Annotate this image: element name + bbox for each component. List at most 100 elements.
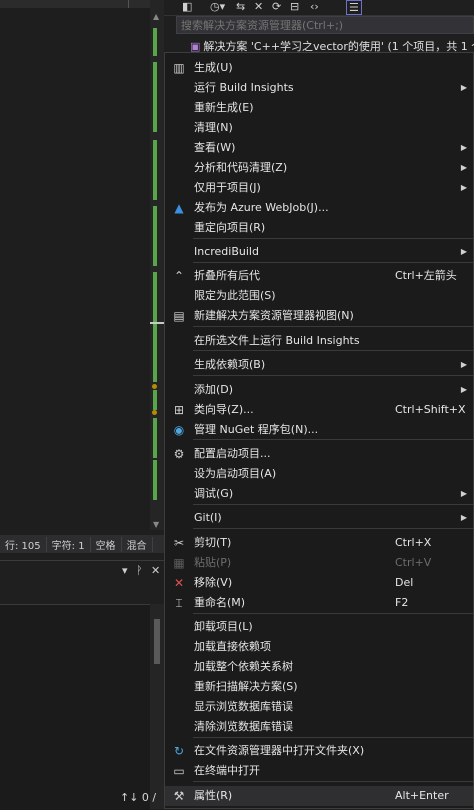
menu-item[interactable]: 调试(G) ▶ <box>165 484 473 504</box>
menu-item[interactable]: 限定为此范围(S) <box>165 286 473 306</box>
menu-item-label: 重新扫描解决方案(S) <box>194 680 298 693</box>
history-icon[interactable]: ◷▾ <box>210 0 225 13</box>
line-ending-indicator[interactable]: 混合 <box>122 536 153 552</box>
menu-item-label: 清除浏览数据库错误 <box>194 720 293 733</box>
scroll-down-icon[interactable]: ▼ <box>153 520 159 529</box>
menu-item[interactable]: 生成依赖项(B) ▶ <box>165 355 473 375</box>
refresh-icon[interactable]: ⟳ <box>272 0 281 13</box>
line-indicator[interactable]: 行: 105 <box>0 536 47 552</box>
switch-view-icon[interactable]: ⇆ <box>236 0 245 13</box>
menu-item[interactable]: 查看(W) ▶ <box>165 138 473 158</box>
change-marker <box>153 28 157 56</box>
output-panel-header: ▾ ᚹ ✕ <box>0 560 164 583</box>
menu-item-label: 生成依赖项(B) <box>194 358 266 371</box>
menu-item-label: 添加(D) <box>194 383 234 396</box>
change-counter[interactable]: ↑↓ 0 / <box>120 791 156 804</box>
menu-item[interactable]: 加载直接依赖项 <box>165 637 473 657</box>
menu-item[interactable]: ⌃ 折叠所有后代 Ctrl+左箭头 <box>165 266 473 286</box>
menu-item[interactable]: 添加(D) ▶ <box>165 380 473 400</box>
scroll-thumb[interactable] <box>154 619 160 664</box>
menu-item-label: 属性(R) <box>194 789 233 802</box>
properties-icon[interactable]: ☰ <box>346 0 362 15</box>
menu-item-shortcut: Ctrl+Shift+X <box>395 403 466 416</box>
menu-item[interactable]: ⚙ 配置启动项目... <box>165 444 473 464</box>
menu-item-label: 折叠所有后代 <box>194 269 260 282</box>
warning-marker <box>152 384 157 389</box>
scroll-position-marker <box>150 322 164 324</box>
menu-separator <box>193 528 473 529</box>
output-panel-body[interactable] <box>0 604 150 810</box>
menu-item[interactable]: 重新生成(E) <box>165 98 473 118</box>
dropdown-icon[interactable]: ▾ <box>122 564 128 577</box>
menu-item[interactable]: ⌶ 重命名(M) F2 <box>165 593 473 613</box>
class-wizard-icon: ⊞ <box>173 403 185 417</box>
menu-item-label: 移除(V) <box>194 576 233 589</box>
scroll-up-icon[interactable]: ▲ <box>153 12 159 21</box>
solution-search-input[interactable] <box>176 16 474 34</box>
terminal-icon: ▭ <box>173 764 185 778</box>
pin-icon[interactable]: ᚹ <box>136 564 143 577</box>
menu-item[interactable]: 设为启动项目(A) <box>165 464 473 484</box>
menu-item[interactable]: 清理(N) <box>165 118 473 138</box>
menu-item-label: 重命名(M) <box>194 596 246 609</box>
submenu-arrow-icon: ▶ <box>460 143 467 152</box>
menu-item[interactable]: 分析和代码清理(Z) ▶ <box>165 158 473 178</box>
code-view-icon[interactable]: ‹› <box>310 0 319 13</box>
change-marker <box>153 390 157 410</box>
menu-item-label: 发布为 Azure WebJob(J)... <box>194 201 329 214</box>
menu-item-label: 在终端中打开 <box>194 764 260 777</box>
menu-item[interactable]: 加载整个依赖关系树 <box>165 657 473 677</box>
collapse-all-icon[interactable]: ⊟ <box>290 0 299 13</box>
sync-icon[interactable]: ✕ <box>254 0 263 13</box>
editor-top-strip <box>0 0 150 8</box>
whitespace-indicator[interactable]: 空格 <box>91 536 122 552</box>
menu-item-label: 重定向项目(R) <box>194 221 266 234</box>
menu-item[interactable]: ✂ 剪切(T) Ctrl+X <box>165 533 473 553</box>
menu-item[interactable]: 运行 Build Insights ▶ <box>165 78 473 98</box>
menu-item[interactable]: 在所选文件上运行 Build Insights <box>165 331 473 351</box>
menu-item-label: 设为启动项目(A) <box>194 467 277 480</box>
collapse-icon: ⌃ <box>173 269 185 283</box>
menu-item[interactable]: ▲ 发布为 Azure WebJob(J)... <box>165 198 473 218</box>
menu-item[interactable]: ⊞ 类向导(Z)... Ctrl+Shift+X <box>165 400 473 420</box>
menu-item[interactable]: ▤ 新建解决方案资源管理器视图(N) <box>165 306 473 326</box>
char-indicator[interactable]: 字符: 1 <box>47 536 91 552</box>
submenu-arrow-icon: ▶ <box>460 385 467 394</box>
change-marker <box>153 460 157 500</box>
close-icon[interactable]: ✕ <box>151 564 160 577</box>
menu-item-label: 生成(U) <box>194 61 233 74</box>
nuget-icon: ◉ <box>173 423 185 437</box>
code-editor[interactable] <box>0 0 150 530</box>
remove-icon: ✕ <box>173 576 185 590</box>
editor-statusbar: 行: 105 字符: 1 空格 混合 <box>0 535 164 553</box>
paste-icon: ▦ <box>173 556 185 570</box>
submenu-arrow-icon: ▶ <box>460 183 467 192</box>
menu-item-label: 分析和代码清理(Z) <box>194 161 288 174</box>
menu-item-shortcut: Ctrl+左箭头 <box>395 269 457 282</box>
new-view-icon: ▤ <box>173 309 185 323</box>
menu-item-shortcut: Del <box>395 576 414 589</box>
menu-item[interactable]: Git(I) ▶ <box>165 508 473 528</box>
menu-separator <box>193 238 473 239</box>
output-panel-scrollbar[interactable] <box>150 604 164 809</box>
menu-item[interactable]: ⚒ 属性(R) Alt+Enter <box>165 786 473 806</box>
menu-item[interactable]: ✕ 移除(V) Del <box>165 573 473 593</box>
menu-item[interactable]: 卸载项目(L) <box>165 617 473 637</box>
menu-item-label: 卸载项目(L) <box>194 620 253 633</box>
menu-item-shortcut: Ctrl+X <box>395 536 432 549</box>
menu-item-label: Git(I) <box>194 511 222 524</box>
menu-item-label: 运行 Build Insights <box>194 81 294 94</box>
menu-item[interactable]: ▭ 在终端中打开 <box>165 761 473 781</box>
menu-item[interactable]: 仅用于项目(J) ▶ <box>165 178 473 198</box>
menu-item[interactable]: ▥ 生成(U) <box>165 58 473 78</box>
change-marker <box>153 140 157 200</box>
menu-item[interactable]: IncrediBuild ▶ <box>165 242 473 262</box>
vs-icon[interactable]: ◧ <box>182 0 192 13</box>
menu-item[interactable]: ↻ 在文件资源管理器中打开文件夹(X) <box>165 741 473 761</box>
menu-item[interactable]: 重新扫描解决方案(S) <box>165 677 473 697</box>
menu-item[interactable]: 重定向项目(R) <box>165 218 473 238</box>
menu-item[interactable]: 显示浏览数据库错误 <box>165 697 473 717</box>
menu-item[interactable]: ◉ 管理 NuGet 程序包(N)... <box>165 420 473 440</box>
menu-item-label: 查看(W) <box>194 141 236 154</box>
menu-item[interactable]: 清除浏览数据库错误 <box>165 717 473 737</box>
